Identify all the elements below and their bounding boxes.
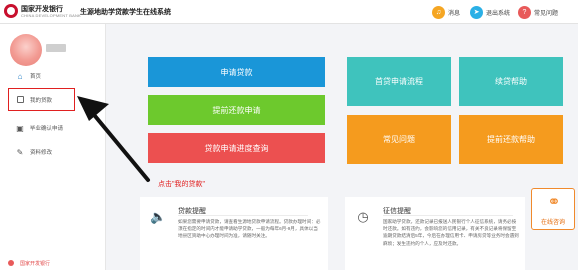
home-icon: ⌂ (17, 71, 23, 81)
app-window: 国家开发银行 CHINA DEVELOPMENT BANK 生源地助学贷款学生在… (0, 0, 578, 270)
exit-icon: ➤ (470, 5, 483, 19)
question-icon: ? (518, 5, 531, 19)
highlight-box (8, 88, 75, 111)
faq-button[interactable]: ? 常见问题 (518, 5, 558, 19)
sidebar-item-label: 首页 (30, 74, 42, 80)
loan-progress-query-button[interactable]: 贷款申请进度查询 (148, 133, 325, 163)
divider (383, 215, 513, 216)
sidebar-footer: 国家开发银行 (20, 261, 51, 267)
sidebar-item-label: 资料修改 (30, 150, 53, 156)
renewal-help-button[interactable]: 续贷帮助 (459, 57, 563, 106)
sidebar-item-label: 毕业确认申请 (30, 126, 64, 132)
card-text: 国家助学贷款，还款记录已报送人民银行个人征信系统，请务必按时还款。如有违约，会影… (383, 219, 519, 246)
top-header: 国家开发银行 CHINA DEVELOPMENT BANK 生源地助学贷款学生在… (0, 0, 578, 24)
user-name-blurred (46, 44, 66, 52)
credit-reminder-card: ◷ 征信提醒 国家助学贷款，还款记录已报送人民银行个人征信系统，请务必按时还款。… (345, 197, 525, 270)
headset-icon: ⚭ (547, 194, 561, 211)
speaker-icon: 🔈 (150, 209, 167, 224)
exit-system-button[interactable]: ➤ 退出系统 (470, 5, 510, 19)
card-text: 如果您需要申请贷款，请查看生源地贷款申请流程。贷款办理时间：必须在指定的时间内才… (178, 219, 321, 239)
monitor-icon: ▣ (16, 123, 24, 133)
apply-loan-button[interactable]: 申请贷款 (148, 57, 325, 87)
first-loan-process-button[interactable]: 首贷申请流程 (347, 57, 451, 106)
faq-label: 常见问题 (534, 10, 559, 17)
edit-icon: ✎ (16, 147, 24, 157)
sidebar-item-home[interactable]: ⌂ 首页 (0, 66, 106, 86)
system-title: 生源地助学贷款学生在线系统 (80, 9, 171, 16)
messages-label: 消息 (448, 10, 461, 17)
bank-english-name: CHINA DEVELOPMENT BANK (21, 13, 81, 18)
sidebar: ⌂ 首页 我的贷款 ▣ 毕业确认申请 ✎ 资料修改 国家开发银行 (0, 24, 106, 270)
loan-reminder-card: 🔈 贷款提醒 如果您需要申请贷款，请查看生源地贷款申请流程。贷款办理时间：必须在… (140, 197, 328, 270)
clock-icon: ◷ (357, 209, 369, 224)
bank-logo-icon (4, 4, 18, 18)
divider (178, 215, 308, 216)
sidebar-item-graduation-confirm[interactable]: ▣ 毕业确认申请 (0, 118, 106, 138)
footer-logo-icon (8, 260, 14, 266)
sidebar-item-edit-profile[interactable]: ✎ 资料修改 (0, 142, 106, 162)
avatar (10, 34, 42, 66)
exit-label: 退出系统 (486, 10, 511, 17)
early-repayment-help-button[interactable]: 提前还款帮助 (459, 115, 563, 164)
annotation-text: 点击"我的贷款" (158, 181, 205, 188)
early-repayment-request-button[interactable]: 提前还款申请 (148, 95, 325, 125)
online-consult-button[interactable]: ⚭ 在线咨询 (531, 188, 575, 230)
bell-icon: ♫ (432, 5, 445, 19)
consult-label: 在线咨询 (540, 220, 565, 226)
faq-tile-button[interactable]: 常见问题 (347, 115, 451, 164)
messages-button[interactable]: ♫ 消息 (432, 5, 460, 19)
